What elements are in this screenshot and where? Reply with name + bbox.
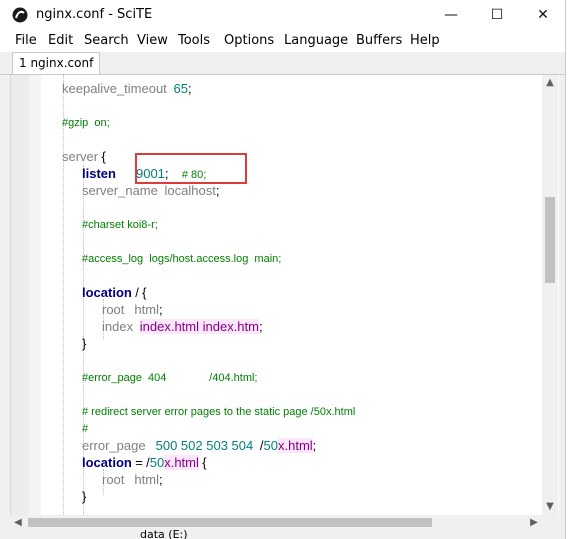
menu-help[interactable]: Help <box>410 33 440 48</box>
horizontal-scrollbar[interactable]: ◀ ▶ <box>10 515 542 530</box>
semicolon-token: ; <box>158 472 163 487</box>
code-line: server_name localhost; <box>82 182 219 200</box>
code-line: root html; <box>102 301 163 319</box>
code-line: # <box>82 420 88 438</box>
path-token: / <box>135 285 139 300</box>
operator-token: = <box>135 455 143 470</box>
brace-token: { <box>101 149 106 164</box>
scroll-right-icon[interactable]: ▶ <box>526 515 542 530</box>
code-line: #charset koi8-r; <box>82 216 158 234</box>
maximize-button[interactable]: ☐ <box>474 0 520 30</box>
horizontal-scroll-thumb[interactable] <box>28 518 432 527</box>
title-bar: nginx.conf - SciTE — ☐ ✕ <box>0 0 565 30</box>
tab-nginx-conf[interactable]: 1 nginx.conf <box>12 52 101 74</box>
brace-token: } <box>82 489 87 504</box>
minimize-button[interactable]: — <box>428 0 474 30</box>
semicolon-token: ; <box>158 302 163 317</box>
listen-keyword: listen <box>82 166 116 181</box>
location-keyword: location <box>82 455 132 470</box>
code-line: } <box>82 335 86 353</box>
string-token: index.html index.htm <box>139 319 259 334</box>
semicolon-token: ; <box>187 81 192 96</box>
value-token: html <box>134 472 159 487</box>
index-directive: index <box>102 319 134 334</box>
brace-token: { <box>202 455 207 470</box>
code-line: # redirect server error pages to the sta… <box>82 403 355 421</box>
brace-token: } <box>82 336 87 351</box>
root-directive: root <box>102 302 125 317</box>
string-token: x.html <box>278 438 313 453</box>
menu-language[interactable]: Language <box>284 33 348 48</box>
comment-token: #charset koi8-r; <box>82 219 158 231</box>
menu-search[interactable]: Search <box>84 33 129 48</box>
indent-guide <box>63 75 64 515</box>
value-token: html <box>134 302 159 317</box>
number-token: 50 <box>149 455 165 470</box>
code-line: #gzip on; <box>62 114 110 132</box>
root-directive: root <box>102 472 125 487</box>
comment-token: #error_page 404 /404.html; <box>82 372 258 384</box>
fold-margin <box>29 75 41 515</box>
scroll-down-icon[interactable]: ▼ <box>542 499 558 515</box>
number-token: 65 <box>173 81 188 96</box>
code-line: #error_page 404 /404.html; <box>82 369 257 387</box>
window-title: nginx.conf - SciTE <box>36 7 153 22</box>
code-line: server { <box>62 148 106 166</box>
code-line: error_page 500 502 503 504 /50x.html; <box>82 437 316 455</box>
menu-edit[interactable]: Edit <box>48 33 73 48</box>
menu-file[interactable]: File <box>15 33 37 48</box>
scroll-up-icon[interactable]: ▲ <box>542 75 558 91</box>
comment-token: #access_log logs/host.access.log main; <box>82 253 282 265</box>
menu-bar: File Edit Search View Tools Options Lang… <box>0 30 565 52</box>
vertical-scroll-thumb[interactable] <box>545 197 555 283</box>
code-line: } <box>82 488 86 506</box>
menu-tools[interactable]: Tools <box>178 33 210 48</box>
code-line: index index.html index.htm; <box>102 318 263 336</box>
code-line: root html; <box>102 471 163 489</box>
line-number-margin <box>11 75 29 515</box>
keepalive-directive: keepalive_timeout <box>62 81 167 96</box>
semicolon-token: ; <box>258 319 263 334</box>
scite-window: nginx.conf - SciTE — ☐ ✕ File Edit Searc… <box>0 0 566 539</box>
error-page-directive: error_page <box>82 438 146 453</box>
server-keyword: server <box>62 149 99 164</box>
string-token: x.html <box>164 455 199 470</box>
background-desktop <box>566 0 576 539</box>
semicolon-token: ; <box>215 183 220 198</box>
background-drive-label: data (E:) <box>140 528 188 539</box>
number-token: 500 502 503 504 <box>155 438 254 453</box>
code-line: #access_log logs/host.access.log main; <box>82 250 281 268</box>
port-highlight-annotation <box>135 153 247 184</box>
semicolon-token: ; <box>312 438 317 453</box>
menu-options[interactable]: Options <box>224 33 274 48</box>
tab-bar: 1 nginx.conf <box>0 52 565 75</box>
scite-app-icon <box>12 7 28 23</box>
number-token: 50 <box>263 438 278 453</box>
comment-token: # redirect server error pages to the sta… <box>82 406 356 418</box>
comment-token: # <box>82 423 89 435</box>
scroll-left-icon[interactable]: ◀ <box>10 515 26 530</box>
value-token: localhost <box>164 183 216 198</box>
server-name-directive: server_name <box>82 183 158 198</box>
menu-buffers[interactable]: Buffers <box>356 33 402 48</box>
vertical-scrollbar[interactable]: ▲ ▼ <box>542 75 558 515</box>
comment-token: #gzip on; <box>62 117 110 129</box>
code-line: location / { <box>82 284 147 302</box>
location-keyword: location <box>82 285 132 300</box>
code-line: location = /50x.html { <box>82 454 207 472</box>
close-button[interactable]: ✕ <box>520 0 565 30</box>
code-editor[interactable]: keepalive_timeout 65; #gzip on; server {… <box>10 75 559 515</box>
menu-view[interactable]: View <box>137 33 168 48</box>
code-line: keepalive_timeout 65; <box>62 80 192 98</box>
brace-token: { <box>142 285 147 300</box>
